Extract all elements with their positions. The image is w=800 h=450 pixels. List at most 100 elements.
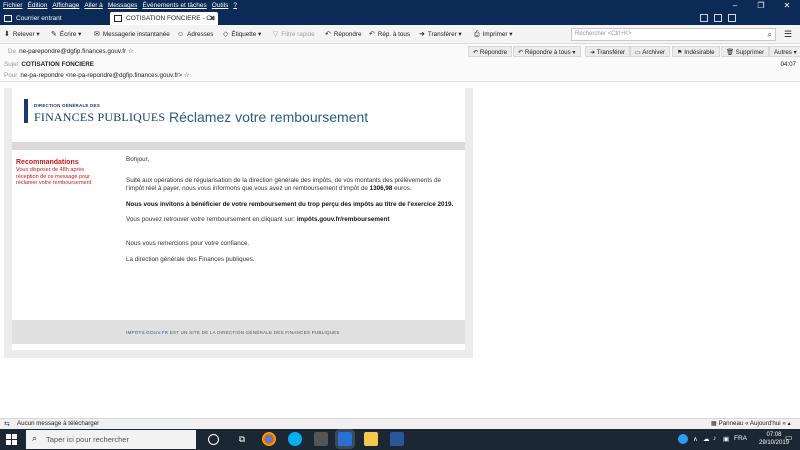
menu-view[interactable]: Affichage [49, 0, 81, 11]
reply-label: Répondre [333, 31, 362, 38]
onedrive-icon[interactable]: ☁ [703, 435, 710, 443]
subject-label: Sujet [4, 61, 19, 68]
menu-messages[interactable]: Messages [105, 0, 140, 11]
volume-icon[interactable]: ♪ [713, 435, 716, 442]
star-icon[interactable]: ☆ [184, 72, 190, 79]
word-icon[interactable] [390, 432, 404, 446]
forward-icon: ➜ [590, 49, 596, 56]
footer-link[interactable]: IMPOTS.GOUV.FR [126, 330, 168, 335]
skype-icon[interactable] [288, 432, 302, 446]
email-paragraph-1: Suite aux opérations de régularisation d… [126, 177, 460, 193]
chat-button[interactable]: ✉ Messagerie instantanée [94, 25, 170, 44]
search-placeholder: Rechercher <Ctrl+K> [575, 31, 632, 37]
reply-button[interactable]: ↶ Répondre [325, 25, 362, 44]
reply-icon: ↶ [473, 49, 479, 56]
to-label: Pour [4, 72, 18, 79]
reply-all-icon: ↶ [518, 49, 524, 56]
from-address[interactable]: ne-parepondre@dgfip.finances.gouv.fr [19, 48, 126, 55]
header-reply-button[interactable]: ↶ Répondre [468, 46, 513, 57]
email-footer: IMPOTS.GOUV.FR EST UN SITE DE LA DIRECTI… [12, 320, 465, 344]
tag-button[interactable]: ◇ Étiquette ▾ [223, 25, 261, 44]
printer-icon: ⎙ [474, 31, 480, 38]
get-mail-button[interactable]: ⬇ Relever ▾ [4, 25, 40, 44]
refund-link[interactable]: impôts.gouv.fr/remboursement [297, 216, 390, 223]
menu-file[interactable]: Fichier [0, 0, 25, 11]
inbox-icon [4, 15, 12, 22]
cortana-icon[interactable] [208, 434, 219, 445]
tray-expand-icon[interactable]: ∧ [693, 435, 698, 443]
header-archive-button[interactable]: ▭ Archiver [630, 46, 670, 57]
today-pane-toggle[interactable]: ▦ Panneau « Aujourd'hui » ▴ [711, 420, 791, 427]
task-view-icon[interactable]: ⧉ [235, 432, 249, 446]
tab-inbox[interactable]: Courrier entrant [0, 12, 108, 25]
write-button[interactable]: ✎ Écrire ▾ [51, 25, 81, 44]
tag-icon: ◇ [223, 31, 229, 38]
print-button[interactable]: ⎙ Imprimer ▾ [474, 25, 512, 44]
dgfip-logo-mark [24, 99, 28, 123]
get-mail-label: Relever [12, 31, 35, 38]
forward-button[interactable]: ➜ Transférer ▾ [419, 25, 462, 44]
status-text: Aucun message à télécharger [17, 420, 100, 427]
today-pane-label: Panneau « Aujourd'hui » [718, 420, 786, 427]
header-other-button[interactable]: Autres ▾ [769, 46, 800, 57]
search-icon[interactable]: ⌕ [768, 29, 772, 40]
to-row: Pour ne-pa-repondre <ne-pa-repondre@dgfip… [4, 72, 189, 79]
star-icon[interactable]: ☆ [128, 48, 134, 55]
minimize-icon[interactable]: – [722, 0, 748, 11]
help-icon[interactable] [678, 434, 688, 444]
calendar-icon: ▦ [711, 420, 717, 427]
to-address[interactable]: ne-pa-repondre <ne-pa-repondre@dgfip.fin… [20, 72, 182, 79]
menu-help[interactable]: ? [230, 0, 239, 11]
file-explorer-icon[interactable] [364, 432, 378, 446]
language-indicator[interactable]: FRA [734, 435, 747, 442]
quick-filter-button[interactable]: ▽ Filtre rapide [273, 25, 315, 44]
network-icon[interactable]: ▣ [723, 435, 729, 443]
email-greeting: Bonjour, [126, 156, 150, 163]
tab-message-label: COTISATION FONCIERE - Co [126, 15, 215, 22]
paragraph-3-text: Vous pouvez retrouver votre remboursemen… [126, 216, 296, 223]
calculator-icon[interactable] [314, 432, 328, 446]
header-forward-button[interactable]: ➜ Transférer [585, 46, 631, 57]
chat-icon[interactable] [728, 14, 736, 22]
menu-tools[interactable]: Outils [209, 0, 231, 11]
junk-icon: ⚑ [677, 49, 683, 56]
header-delete-button[interactable]: 🗑 Supprimer [721, 46, 770, 57]
header-reply-all-button[interactable]: ↶ Répondre à tous ▾ [513, 46, 581, 57]
chrome-icon[interactable] [262, 432, 276, 446]
subject-text: COTISATION FONCIERE [21, 61, 95, 68]
calendar-icon[interactable] [700, 14, 708, 22]
email-paragraph-3: Vous pouvez retrouver votre remboursemen… [126, 216, 460, 224]
header-delete-label: Supprimer [735, 49, 765, 56]
forward-label: Transférer [427, 31, 457, 38]
close-window-icon[interactable]: ✕ [774, 0, 800, 11]
tasks-icon[interactable] [714, 14, 722, 22]
header-reply-all-label: Répondre à tous [524, 49, 571, 56]
windows-start-icon[interactable] [6, 434, 17, 445]
notifications-icon[interactable]: ▭ [785, 433, 799, 447]
divider-bar [12, 142, 465, 150]
taskbar-search-input[interactable]: ⌕ Taper ici pour rechercher [26, 430, 196, 449]
reply-all-button[interactable]: ↶ Rép. à tous [369, 25, 410, 44]
close-tab-icon[interactable]: × [210, 12, 215, 25]
search-input[interactable]: Rechercher <Ctrl+K> ⌕ [571, 28, 776, 41]
download-icon: ⬇ [4, 31, 10, 38]
email-paragraph-4: Nous vous remercions pour votre confianc… [126, 240, 250, 247]
tab-message[interactable]: COTISATION FONCIERE - Co × [110, 12, 218, 25]
print-label: Imprimer [482, 31, 508, 38]
subject-row: Sujet COTISATION FONCIERE [4, 61, 94, 68]
tab-bar: Courrier entrant COTISATION FONCIERE - C… [0, 11, 800, 25]
refund-amount: 1306,98 [369, 185, 393, 192]
reply-all-label: Rép. à tous [377, 31, 411, 38]
header-other-label: Autres [774, 49, 792, 56]
menu-events-tasks[interactable]: Événements et tâches [139, 0, 208, 11]
hamburger-menu-icon[interactable]: ☰ [784, 29, 792, 40]
header-junk-button[interactable]: ⚑ Indésirable [672, 46, 720, 57]
reply-icon: ↶ [325, 31, 331, 38]
pencil-icon: ✎ [51, 31, 57, 38]
thunderbird-icon[interactable] [338, 432, 352, 446]
maximize-icon[interactable]: ❐ [748, 0, 774, 11]
menu-edit[interactable]: Édition [25, 0, 50, 11]
email-body-frame: DIRECTION GÉNÉRALE DES FINANCES PUBLIQUE… [4, 88, 473, 358]
address-book-button[interactable]: ☺ Adresses [177, 25, 213, 44]
menu-go[interactable]: Aller à [81, 0, 104, 11]
